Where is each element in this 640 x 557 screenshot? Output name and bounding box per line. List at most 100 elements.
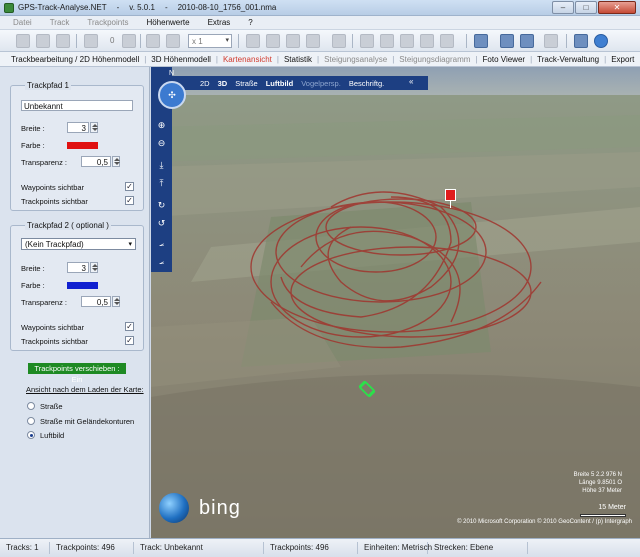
radio-luftbild[interactable] xyxy=(27,431,35,439)
tab-kartenansicht[interactable]: Kartenansicht xyxy=(220,55,275,64)
menu-hoehenwerte[interactable]: Höhenwerte xyxy=(137,18,198,27)
rotate-left-icon[interactable]: ↺ xyxy=(155,217,168,230)
tab-trackbearbeitung[interactable]: Trackbearbeitung / 2D Höhenmodell xyxy=(8,55,142,64)
track-start-marker[interactable] xyxy=(445,189,456,208)
edit-icon[interactable] xyxy=(246,34,260,48)
open-icon[interactable] xyxy=(36,34,50,48)
title-bar: GPS-Track-Analyse.NET - v. 5.0.1-2010-08-1… xyxy=(0,0,640,16)
rotate-right-icon[interactable]: ↻ xyxy=(155,199,168,212)
document-icon[interactable] xyxy=(266,34,280,48)
app-name: GPS-Track-Analyse.NET xyxy=(18,3,107,12)
map-settings-icon[interactable] xyxy=(500,34,514,48)
map-nav-3d[interactable]: 3D xyxy=(214,79,232,88)
track1-name-input[interactable]: Unbekannt xyxy=(21,100,133,111)
target-icon[interactable] xyxy=(400,34,414,48)
help-icon[interactable] xyxy=(594,34,608,48)
track2-transparenz-input[interactable]: 0,5 xyxy=(81,296,111,307)
tab-steigungsanalyse[interactable]: Steigungsanalyse xyxy=(321,55,390,64)
device-icon[interactable] xyxy=(84,34,98,48)
window-title: GPS-Track-Analyse.NET - v. 5.0.1-2010-08-1… xyxy=(18,3,286,12)
radio-strasse[interactable] xyxy=(27,402,35,410)
tab-foto-viewer[interactable]: Foto Viewer xyxy=(480,55,529,64)
status-trackpoints: Trackpoints: 496 xyxy=(50,542,134,554)
track2-trackpoints-checkbox[interactable]: ✓ xyxy=(125,336,134,345)
map-nav-collapse[interactable]: « xyxy=(409,77,413,86)
map-nav-2d[interactable]: 2D xyxy=(196,79,214,88)
pitch-down-icon[interactable]: ⦟ xyxy=(155,255,168,268)
tab-export[interactable]: Export xyxy=(608,55,637,64)
track2-transparenz-spinner[interactable] xyxy=(112,296,120,307)
track2-color-swatch[interactable] xyxy=(67,282,98,289)
edit-grid-icon[interactable] xyxy=(520,34,534,48)
track2-breite-input[interactable]: 3 xyxy=(67,262,89,273)
save-icon[interactable] xyxy=(56,34,70,48)
menu-trackpoints[interactable]: Trackpoints xyxy=(78,18,137,27)
filter-icon[interactable] xyxy=(440,34,454,48)
track2-breite-spinner[interactable] xyxy=(90,262,98,273)
track2-farbe-label: Farbe : xyxy=(21,281,45,290)
new-track-icon[interactable] xyxy=(16,34,30,48)
view-after-load-label: Ansicht nach dem Laden der Karte: xyxy=(26,385,144,394)
track2-select-value: (Kein Trackpfad) xyxy=(25,240,84,249)
track1-trackpoints-checkbox[interactable]: ✓ xyxy=(125,196,134,205)
app-icon xyxy=(4,3,14,13)
track1-color-swatch[interactable] xyxy=(67,142,98,149)
pitch-up-icon[interactable]: ⦟ xyxy=(155,237,168,250)
menu-extras[interactable]: Extras xyxy=(199,18,240,27)
cut-icon[interactable] xyxy=(360,34,374,48)
track2-waypoints-checkbox[interactable]: ✓ xyxy=(125,322,134,331)
trackpoints-move-status[interactable]: Trackpoints verschieben : Ein xyxy=(28,363,126,384)
zoom-factor-select[interactable]: x 1 ▾ xyxy=(188,34,232,48)
settings-icon[interactable] xyxy=(574,34,588,48)
document-edit-icon[interactable] xyxy=(286,34,300,48)
menu-track[interactable]: Track xyxy=(41,18,79,27)
app-version: v. 5.0.1 xyxy=(129,3,155,12)
main-tabs: Trackbearbeitung / 2D Höhenmodell | 3D Hö… xyxy=(0,52,640,67)
aerial-imagery[interactable] xyxy=(151,67,640,538)
person-icon[interactable] xyxy=(166,34,180,48)
track2-title: Trackpfad 2 ( optional ) xyxy=(25,221,111,230)
track1-breite-spinner[interactable] xyxy=(90,122,98,133)
page-icon[interactable] xyxy=(146,34,160,48)
undo-icon[interactable] xyxy=(122,34,136,48)
status-tracks: Tracks: 1 xyxy=(0,542,50,554)
map-nav-beschriftg[interactable]: Beschriftg. xyxy=(345,79,388,88)
map-nav-vogelpersp[interactable]: Vogelpersp. xyxy=(297,79,345,88)
map-view[interactable]: ⊕ ⊖ ⤓ ⤒ ↻ ↺ ⦟ ⦟ 2D 3D Straße Luftbild Vo… xyxy=(151,67,640,538)
tilt-down-icon[interactable]: ⤓ xyxy=(155,159,168,172)
track1-trackpoints-label: Trackpoints sichtbar xyxy=(21,197,88,206)
track1-breite-input[interactable]: 3 xyxy=(67,122,89,133)
minimize-button[interactable]: – xyxy=(552,1,574,14)
status-einheiten: Einheiten: Metrisch xyxy=(358,542,432,554)
track1-transparenz-label: Transparenz : xyxy=(21,158,67,167)
close-button[interactable]: ✕ xyxy=(598,1,636,14)
map-nav-strasse[interactable]: Straße xyxy=(231,79,262,88)
track2-trackpoints-label: Trackpoints sichtbar xyxy=(21,337,88,346)
track1-transparenz-input[interactable]: 0,5 xyxy=(81,156,111,167)
track2-breite-label: Breite : xyxy=(21,264,45,273)
picture-icon[interactable] xyxy=(544,34,558,48)
map-nav-luftbild[interactable]: Luftbild xyxy=(262,79,298,88)
tab-track-verwaltung[interactable]: Track-Verwaltung xyxy=(534,55,602,64)
tab-statistik[interactable]: Statistik xyxy=(281,55,315,64)
compass-icon[interactable]: ✣ xyxy=(158,81,186,109)
face-icon[interactable] xyxy=(332,34,346,48)
zoom-out-icon[interactable]: ⊖ xyxy=(155,137,168,150)
maximize-button[interactable]: □ xyxy=(575,1,597,14)
chart-icon[interactable] xyxy=(306,34,320,48)
export-icon[interactable] xyxy=(420,34,434,48)
tab-steigungsdiagramm[interactable]: Steigungsdiagramm xyxy=(396,55,473,64)
zoom-in-icon[interactable]: ⊕ xyxy=(155,119,168,132)
menu-help[interactable]: ? xyxy=(239,18,261,27)
track2-select[interactable]: (Kein Trackpfad) ▾ xyxy=(21,238,136,250)
radio-strasse-gelaende[interactable] xyxy=(27,417,35,425)
track1-waypoints-checkbox[interactable]: ✓ xyxy=(125,182,134,191)
menu-datei[interactable]: Datei xyxy=(4,18,41,27)
print-icon[interactable] xyxy=(474,34,488,48)
merge-icon[interactable] xyxy=(380,34,394,48)
toolbar-counter: 0 xyxy=(110,36,115,45)
tab-3d-hoehenmodell[interactable]: 3D Höhenmodell xyxy=(148,55,214,64)
toolbar-separator xyxy=(238,34,239,48)
track1-transparenz-spinner[interactable] xyxy=(112,156,120,167)
tilt-up-icon[interactable]: ⤒ xyxy=(155,177,168,190)
